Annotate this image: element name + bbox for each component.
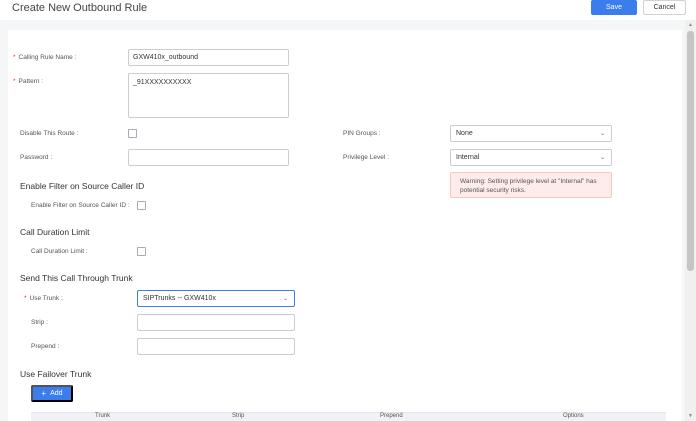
- column-header-options: Options: [563, 413, 584, 419]
- section-failover-trunk-title: Use Failover Trunk: [20, 369, 92, 379]
- section-send-trunk-title: Send This Call Through Trunk: [20, 273, 133, 283]
- pattern-label: * Pattern :: [13, 78, 44, 85]
- password-input[interactable]: [128, 149, 289, 166]
- calling-rule-name-input[interactable]: GXW410x_outbound: [128, 49, 289, 66]
- pin-groups-select[interactable]: None ⌄: [450, 125, 612, 142]
- prepend-label: Prepend :: [31, 343, 60, 350]
- section-call-duration-title: Call Duration Limit: [20, 227, 90, 237]
- save-button[interactable]: Save: [591, 0, 637, 15]
- call-duration-checkbox[interactable]: [137, 247, 146, 256]
- pin-groups-value: None: [456, 130, 473, 137]
- privilege-level-label: Privilege Level :: [343, 154, 389, 161]
- scrollbar-thumb[interactable]: [687, 31, 694, 271]
- privilege-level-value: Internal: [456, 154, 480, 161]
- add-failover-trunk-button[interactable]: + Add: [31, 385, 73, 402]
- required-asterisk: *: [13, 78, 16, 85]
- strip-label: Strip :: [31, 319, 48, 326]
- column-header-prepend: Prepend: [380, 413, 403, 419]
- disable-route-label: Disable This Route :: [20, 130, 79, 137]
- use-trunk-select[interactable]: SIPTrunks -- GXW410x ⌄: [137, 290, 295, 307]
- cancel-button[interactable]: Cancel: [643, 0, 686, 15]
- password-label: Password :: [20, 154, 53, 161]
- use-trunk-label: * Use Trunk :: [24, 295, 63, 302]
- add-button-label: Add: [50, 390, 63, 397]
- section-enable-filter-title: Enable Filter on Source Caller ID: [20, 181, 145, 191]
- strip-input[interactable]: [137, 314, 295, 331]
- privilege-level-select[interactable]: Internal ⌄: [450, 149, 612, 166]
- chevron-down-icon: ⌄: [282, 296, 288, 302]
- disable-route-checkbox[interactable]: [128, 129, 137, 138]
- chevron-down-icon: ⌄: [599, 131, 605, 137]
- enable-filter-label: Enable Filter on Source Caller ID :: [31, 202, 130, 209]
- required-asterisk: *: [24, 295, 27, 302]
- call-duration-label: Call Duration Limit :: [31, 248, 88, 255]
- privilege-warning: Warning: Setting privilege level at "Int…: [450, 172, 612, 198]
- calling-rule-name-label: * Calling Rule Name :: [13, 54, 77, 61]
- pattern-textarea[interactable]: _91XXXXXXXXXX: [128, 73, 289, 118]
- page-title: Create New Outbound Rule: [12, 2, 148, 14]
- form-panel: [8, 30, 682, 421]
- chevron-down-icon: ⌄: [599, 155, 605, 161]
- scroll-down-arrow-icon[interactable]: ▼: [687, 413, 694, 419]
- enable-filter-checkbox[interactable]: [137, 201, 146, 210]
- use-trunk-value: SIPTrunks -- GXW410x: [143, 295, 216, 302]
- prepend-input[interactable]: [137, 338, 295, 355]
- column-header-trunk: Trunk: [95, 413, 111, 419]
- required-asterisk: *: [13, 54, 16, 61]
- column-header-strip: Strip: [232, 413, 245, 419]
- pin-groups-label: PIN Groups :: [343, 130, 381, 137]
- page-header: Create New Outbound Rule Save Cancel: [0, 0, 696, 20]
- scroll-up-arrow-icon[interactable]: ▲: [687, 22, 694, 28]
- plus-icon: +: [41, 389, 47, 398]
